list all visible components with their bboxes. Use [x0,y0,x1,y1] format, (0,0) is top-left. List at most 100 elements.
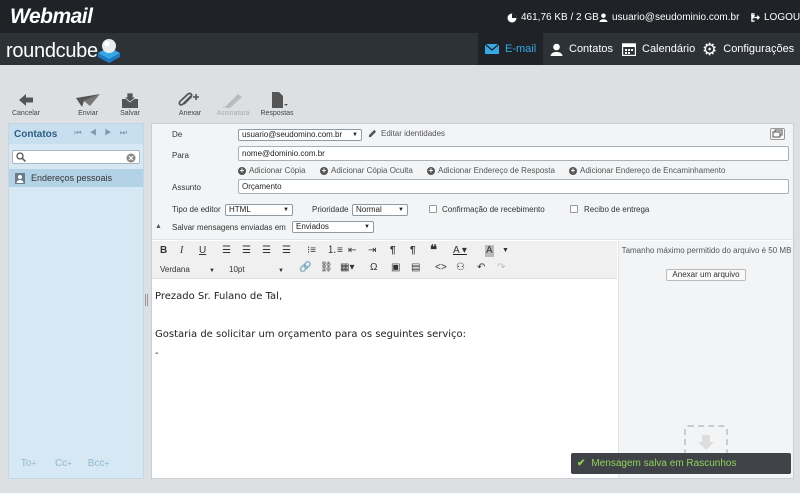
recipient-buttons: To + Cc + Bcc + [9,448,143,478]
user-email: usuario@seudominio.com.br [612,12,740,23]
message-body[interactable]: Prezado Sr. Fulano de Tal, Gostaria de s… [155,287,615,363]
clear-icon[interactable] [126,153,136,163]
receipt-label: Confirmação de recebimento [442,205,545,214]
bold-icon[interactable]: B [160,246,167,256]
text-color-icon[interactable]: A ▾ [453,246,467,256]
priority-label: Prioridade [312,205,349,214]
bullet-list-icon[interactable]: ⁝≡ [307,246,316,256]
add-to-button[interactable]: To + [13,448,44,478]
nav-settings[interactable]: ⚙ Configurações [695,33,800,65]
source-code-icon[interactable]: <> [435,263,447,273]
pane-splitter[interactable] [145,294,148,306]
body-line: Gostaria de solicitar um orçamento para … [155,329,467,340]
body-line: - [155,348,159,359]
font-size-select[interactable]: 10pt [229,265,245,275]
arrow-left-icon [19,94,33,106]
body-line: Prezado Sr. Fulano de Tal, [155,291,283,302]
plus-circle-icon: + [569,165,577,175]
roundcube-logo-icon [98,39,120,63]
background-color-icon[interactable]: A [485,245,494,257]
user-menu[interactable]: usuario@seudominio.com.br ▼ [599,12,756,23]
attach-file-button[interactable]: Anexar um arquivo [666,269,746,281]
responses-button[interactable]: Respostas [257,92,297,117]
priority-select[interactable]: Normal ▼ [352,204,408,216]
save-tray-icon [122,92,138,108]
dsn-checkbox[interactable] [570,205,578,213]
to-input[interactable]: nome@dominio.com.br [238,146,789,161]
plus-icon: + [31,458,37,468]
save-sent-select[interactable]: Enviados ▼ [292,221,374,233]
edit-identities-label: Editar identidades [381,129,446,138]
add-followup-to-link[interactable]: + Adicionar Endereço de Encaminhamento [569,166,725,175]
save-button[interactable]: Salvar [110,92,150,117]
chevron-down-icon[interactable]: ▼ [502,246,509,256]
quota-text: 461,76 KB / 2 GB [521,12,599,23]
underline-icon[interactable]: U [199,246,206,256]
font-family-select[interactable]: Verdana [160,265,190,275]
editor-type-select[interactable]: HTML ▼ [225,204,293,216]
paper-plane-icon [76,94,100,107]
edit-identities-link[interactable]: Editar identidades [368,129,445,138]
collapse-toggle-icon[interactable]: ▲ [155,223,162,230]
align-center-icon[interactable]: ☰ [242,246,251,256]
cancel-button[interactable]: Cancelar [6,92,46,117]
blockquote-icon[interactable]: ❝ [430,243,437,256]
link-icon[interactable]: 🔗 [299,263,311,273]
paperclip-icon [178,92,199,106]
special-char-icon[interactable]: Ω [370,263,377,273]
find-replace-icon[interactable]: ⚇ [456,263,465,273]
attach-button[interactable]: Anexar [170,92,210,117]
contacts-pagination[interactable]: ⏮◀▶⏭ [74,128,135,138]
logout-button[interactable]: LOGOUT [751,12,800,23]
table-icon[interactable]: ▦▾ [340,263,354,273]
address-book-label: Endereços pessoais [31,173,113,183]
add-cc-link[interactable]: + Adicionar Cópia [238,166,305,175]
save-sent-value: Enviados [296,222,329,231]
numbered-list-icon[interactable]: ⒈≡ [327,246,343,256]
italic-icon[interactable]: I [180,246,183,256]
chevron-down-icon: ▼ [352,132,358,138]
from-select[interactable]: usuario@seudomino.com.br ▼ [238,129,362,141]
add-cc-button[interactable]: Cc + [48,448,79,478]
checkmark-icon: ✔ [577,458,586,469]
unlink-icon[interactable]: ⛓ [320,263,333,273]
image-icon[interactable]: ▣ [391,263,400,273]
nav-calendar[interactable]: Calendário [615,33,702,65]
address-book-item[interactable]: Endereços pessoais [9,169,143,187]
chevron-down-icon: ▼ [283,207,289,213]
align-justify-icon[interactable]: ☰ [282,246,291,256]
signature-label: Assinatura [216,110,250,117]
outdent-icon[interactable]: ⇤ [348,246,356,256]
logout-label: LOGOUT [764,12,800,23]
body-line [155,306,615,325]
compose-form: De usuario@seudomino.com.br ▼ Editar ide… [151,123,794,479]
person-icon [550,43,563,56]
redo-icon[interactable]: ↷ [497,263,505,273]
editor-toolbar: B I U ☰ ☰ ☰ ☰ ⁝≡ ⒈≡ ⇤ ⇥ ¶ ¶ ❝ A ▾ A ▼ Ve… [152,241,617,279]
plus-icon: + [67,458,73,468]
undo-icon[interactable]: ↶ [477,263,485,273]
indent-icon[interactable]: ⇥ [368,246,376,256]
contacts-search-input[interactable] [12,150,140,164]
signature-button[interactable]: Assinatura [213,92,253,117]
nav-calendar-label: Calendário [642,43,696,55]
popout-button[interactable] [770,128,785,140]
align-left-icon[interactable]: ☰ [222,246,231,256]
add-bcc-button[interactable]: Bcc + [83,448,114,478]
plus-icon: + [104,458,110,468]
media-icon[interactable]: ▤ [411,263,420,273]
ltr-icon[interactable]: ¶ [390,246,396,256]
receipt-checkbox[interactable] [429,205,437,213]
document-icon [272,92,288,108]
envelope-icon [485,44,499,54]
to-label: Para [172,151,189,160]
subject-input[interactable]: Orçamento [238,179,789,194]
align-right-icon[interactable]: ☰ [262,246,271,256]
nav-contacts[interactable]: Contatos [543,33,620,65]
pie-chart-icon [507,13,517,22]
rtl-icon[interactable]: ¶ [410,246,416,256]
send-button[interactable]: Enviar [68,92,108,117]
add-bcc-link[interactable]: + Adicionar Cópia Oculta [320,166,413,175]
add-reply-to-link[interactable]: + Adicionar Endereço de Resposta [427,166,555,175]
nav-email[interactable]: E-mail [478,33,544,65]
